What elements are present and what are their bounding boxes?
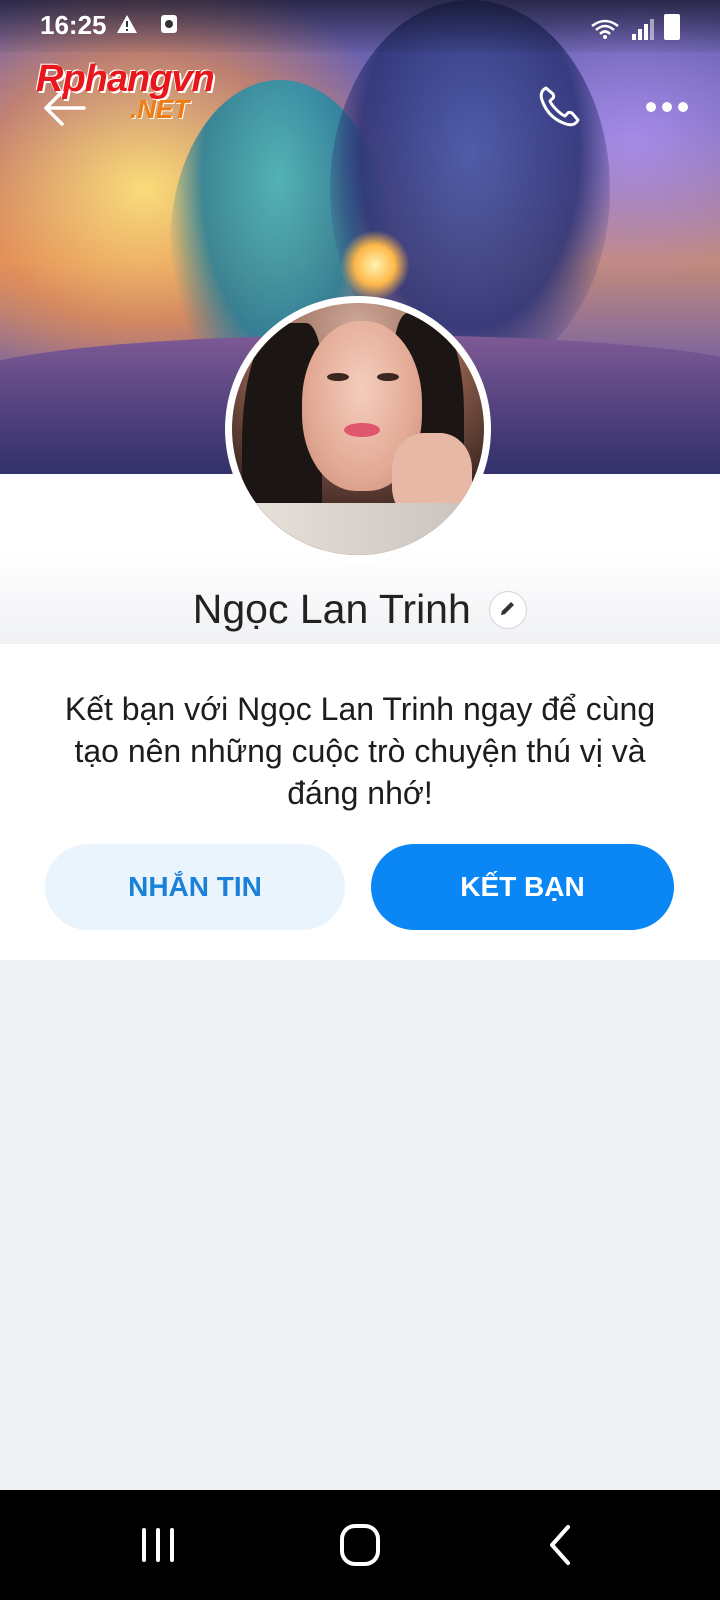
status-bar: 16:25 xyxy=(0,0,720,52)
recents-button[interactable] xyxy=(128,1520,188,1570)
home-button[interactable] xyxy=(330,1520,390,1570)
battery-icon xyxy=(664,14,680,40)
system-back-icon xyxy=(550,1525,570,1565)
send-message-button[interactable]: NHẮN TIN xyxy=(45,844,345,930)
more-options-button[interactable] xyxy=(644,94,690,120)
home-icon xyxy=(340,1524,380,1566)
invite-message: Kết bạn với Ngọc Lan Trinh ngay để cùng … xyxy=(64,691,656,811)
back-button[interactable] xyxy=(40,88,88,128)
add-friend-button[interactable]: KẾT BẠN xyxy=(371,844,674,930)
status-time: 16:25 xyxy=(40,10,107,40)
recents-icon xyxy=(142,1528,174,1562)
signal-icon xyxy=(630,18,654,40)
wifi-icon xyxy=(591,19,619,39)
warning-icon xyxy=(117,14,137,33)
watermark-suffix: .NET xyxy=(130,94,190,124)
call-button[interactable] xyxy=(534,82,584,132)
profile-name: Ngọc Lan Trinh xyxy=(192,586,471,632)
system-back-button[interactable] xyxy=(532,1520,592,1570)
back-arrow-icon xyxy=(44,90,86,126)
phone-icon xyxy=(539,86,580,127)
system-navigation-bar xyxy=(0,1490,720,1600)
more-dots-icon xyxy=(646,102,688,112)
cover-glow xyxy=(340,230,410,300)
pencil-icon xyxy=(501,601,515,615)
edit-name-button[interactable] xyxy=(489,590,528,629)
avatar-photo xyxy=(232,303,484,555)
profile-name-row: Ngọc Lan Trinh xyxy=(0,586,720,638)
status-notification-icons xyxy=(116,12,178,35)
status-system-icons xyxy=(590,14,680,40)
media-icon xyxy=(160,14,177,33)
avatar[interactable] xyxy=(225,296,491,562)
